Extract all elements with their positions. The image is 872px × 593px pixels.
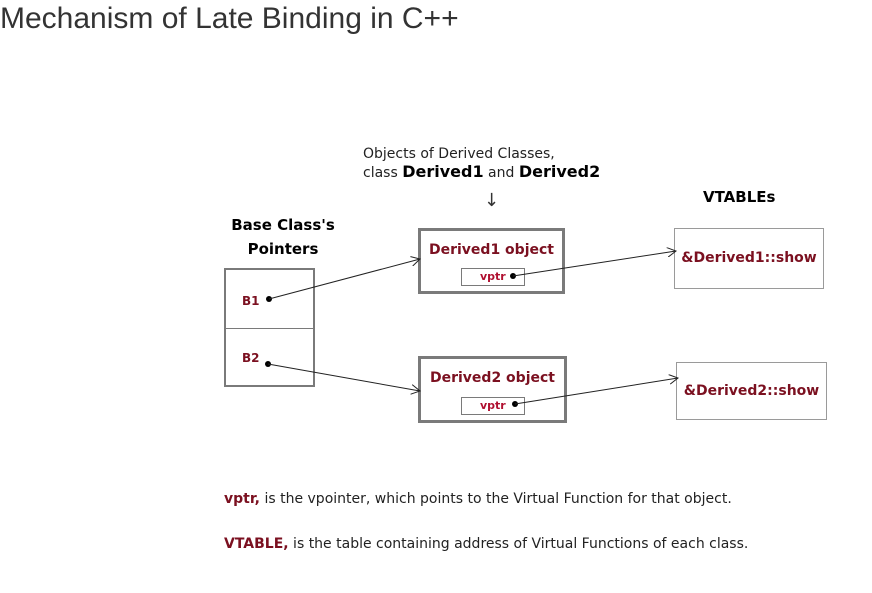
pointer-cell-b1: B1 (226, 270, 313, 329)
caption-line1: Objects of Derived Classes, (363, 146, 555, 162)
derived2-object-box: Derived2 object vptr (418, 356, 567, 423)
objects-caption: Objects of Derived Classes, class Derive… (363, 145, 600, 182)
vtable-derived1: &Derived1::show (674, 228, 824, 289)
vtable-derived2: &Derived2::show (676, 362, 827, 420)
note-vtable: VTABLE, is the table containing address … (224, 536, 748, 552)
derived2-vptr-label: vptr (480, 399, 506, 412)
note-vtable-term: VTABLE, (224, 536, 289, 552)
caption-and: and (483, 165, 519, 181)
vtable-derived2-entry: &Derived2::show (683, 383, 820, 399)
page-title: Mechanism of Late Binding in C++ (0, 2, 459, 35)
vtables-heading: VTABLEs (703, 188, 776, 206)
pointer-table: B1 B2 (224, 268, 315, 387)
base-heading-line1: Base Class's (231, 216, 335, 234)
note-vtable-text: is the table containing address of Virtu… (288, 536, 749, 552)
caption-down-arrow: ↓ (484, 190, 500, 211)
caption-line2: class Derived1 and Derived2 (363, 163, 600, 182)
derived1-vptr-field: vptr (461, 268, 525, 286)
pointer-cell-b2: B2 (226, 328, 313, 386)
derived1-object-box: Derived1 object vptr (418, 228, 565, 294)
vtable-derived1-entry: &Derived1::show (681, 250, 817, 266)
base-pointers-heading: Base Class's Pointers (222, 216, 344, 258)
derived1-object-title: Derived1 object (428, 242, 554, 258)
derived2-vptr-field: vptr (461, 397, 525, 415)
caption-class1: Derived1 (402, 162, 484, 181)
pointer-label-b2: B2 (242, 351, 260, 365)
caption-prefix: class (363, 165, 403, 181)
base-heading-line2: Pointers (247, 240, 319, 258)
derived1-vptr-label: vptr (480, 270, 506, 283)
note-vptr-text: is the vpointer, which points to the Vir… (260, 491, 732, 507)
note-vptr: vptr, is the vpointer, which points to t… (224, 491, 732, 507)
caption-class2: Derived2 (518, 162, 601, 181)
note-vptr-term: vptr, (224, 491, 261, 507)
pointer-label-b1: B1 (242, 294, 260, 308)
derived2-object-title: Derived2 object (429, 370, 555, 386)
